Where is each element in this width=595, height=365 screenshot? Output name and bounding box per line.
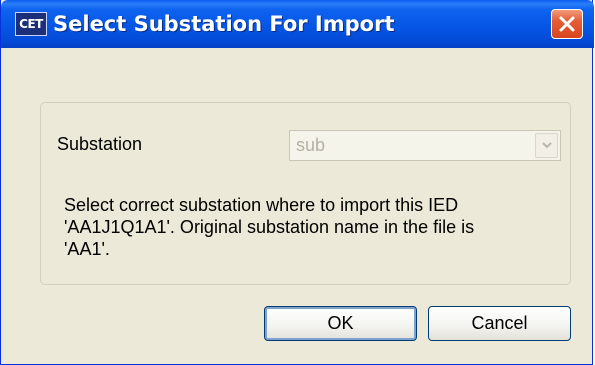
message-line: 'AA1'. xyxy=(64,239,110,259)
dialog-window: CET Select Substation For Import Substat… xyxy=(0,0,594,365)
close-icon xyxy=(559,16,575,32)
cancel-button[interactable]: Cancel xyxy=(428,306,571,341)
substation-select-value: sub xyxy=(296,135,326,155)
app-icon: CET xyxy=(15,12,47,36)
message-line: Select correct substation where to impor… xyxy=(64,195,459,215)
info-message: Select correct substation where to impor… xyxy=(64,194,564,260)
title-bar[interactable]: CET Select Substation For Import xyxy=(1,0,594,48)
ok-button[interactable]: OK xyxy=(264,306,417,341)
message-line: 'AA1J1Q1A1'. Original substation name in… xyxy=(64,217,475,237)
substation-label: Substation xyxy=(57,134,143,154)
chevron-down-icon xyxy=(542,142,552,149)
close-button[interactable] xyxy=(551,9,583,39)
dropdown-button[interactable] xyxy=(535,133,558,158)
substation-select[interactable]: sub xyxy=(289,130,561,161)
window-title: Select Substation For Import xyxy=(53,12,395,36)
